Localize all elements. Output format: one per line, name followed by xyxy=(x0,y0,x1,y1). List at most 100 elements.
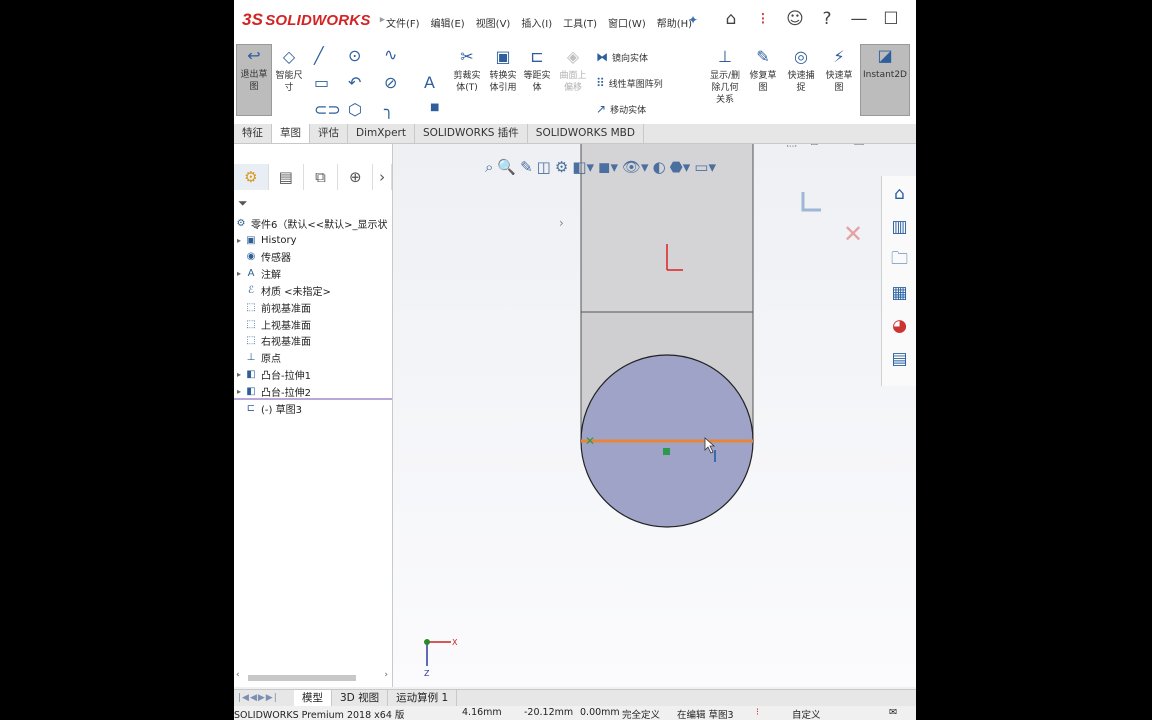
point-icon[interactable]: ■ xyxy=(430,102,439,113)
view-settings-icon[interactable]: ▭▾ xyxy=(694,158,716,176)
tree-item-top-plane[interactable]: ⬚ 上视基准面 xyxy=(234,316,392,333)
scroll-right-icon[interactable]: › xyxy=(384,670,388,680)
expand-icon[interactable]: ▸ xyxy=(234,236,244,245)
view-palette-icon[interactable]: ▦ xyxy=(886,278,914,308)
pin-icon[interactable]: ✦ xyxy=(688,13,698,27)
linear-pattern-button[interactable]: ⠿ 线性草图阵列 xyxy=(596,76,663,90)
minimize-icon[interactable]: — xyxy=(848,8,870,30)
section-view-icon[interactable]: ◫ xyxy=(537,158,551,176)
dimxpert-manager-tab-icon[interactable]: ⊕ xyxy=(338,164,374,190)
expand-icon[interactable]: ▸ xyxy=(234,370,244,379)
close-icon[interactable]: ✕ xyxy=(912,8,917,30)
viewport-split-icon[interactable]: ⧉ xyxy=(809,144,818,149)
custom-properties-icon[interactable]: ▤ xyxy=(886,344,914,374)
tab-model[interactable]: 模型 xyxy=(294,690,332,706)
menu-help[interactable]: 帮助(H) xyxy=(657,15,692,30)
panel-more-icon[interactable]: › xyxy=(373,164,393,190)
tree-item-sketch3[interactable]: ⊏ (-) 草图3 xyxy=(234,400,392,417)
ellipse-icon[interactable]: ⊘ xyxy=(384,73,397,92)
tab-mbd[interactable]: SOLIDWORKS MBD xyxy=(528,124,644,143)
status-units[interactable]: 自定义 xyxy=(792,707,821,720)
dynamic-annotation-icon[interactable]: ⚙ xyxy=(555,158,568,176)
tree-item-extrude1[interactable]: ▸ ◧ 凸台-拉伸1 xyxy=(234,366,392,383)
offset-entities-button[interactable]: ⊏ 等距实体 xyxy=(522,46,552,94)
expand-icon[interactable]: ▸ xyxy=(234,387,244,396)
previous-view-icon[interactable]: ✎ xyxy=(520,158,533,176)
smart-dimension-button[interactable]: ◇ 智能尺寸 xyxy=(272,46,306,94)
tree-item-origin[interactable]: ⊥ 原点 xyxy=(234,349,392,366)
polygon-icon[interactable]: ⬡ xyxy=(348,100,362,119)
design-library-icon[interactable]: ▥ xyxy=(886,212,914,242)
property-manager-tab-icon[interactable]: ▤ xyxy=(269,164,304,190)
help-icon[interactable]: ? xyxy=(816,8,838,30)
fillet-icon[interactable]: ╮ xyxy=(384,100,394,119)
status-help-icon[interactable]: ✉ xyxy=(889,707,897,718)
zoom-to-fit-icon[interactable]: ⌕ xyxy=(485,158,493,176)
tab-nav-arrows-icon[interactable]: |◀◀▶▶| xyxy=(234,690,294,706)
display-style-icon[interactable]: ◼▾ xyxy=(598,158,618,176)
graphics-area[interactable]: ✕ ✕ X Z ⬚ ⧉ — ❐ ✕ ⌕ 🔍 ✎ ◫ ⚙ ◧▾ xyxy=(393,144,916,687)
exit-sketch-button[interactable]: ↩ 退出草图 xyxy=(236,44,272,116)
quick-snaps-button[interactable]: ◎ 快速捕捉 xyxy=(784,46,818,94)
text-icon[interactable]: A xyxy=(424,73,435,92)
mirror-entities-button[interactable]: ⧓ 镜向实体 xyxy=(596,50,648,64)
scroll-thumb[interactable] xyxy=(248,675,356,681)
menu-view[interactable]: 视图(V) xyxy=(476,15,511,30)
line-icon[interactable]: ╱ xyxy=(314,46,324,65)
scroll-left-icon[interactable]: ‹ xyxy=(236,670,240,680)
convert-entities-button[interactable]: ▣ 转换实体引用 xyxy=(486,46,520,94)
rapid-sketch-button[interactable]: ⚡ 快速草图 xyxy=(822,46,856,94)
rollback-bar[interactable] xyxy=(234,398,392,400)
appearances-icon[interactable]: ◕ xyxy=(886,311,914,341)
tree-item-right-plane[interactable]: ⬚ 右视基准面 xyxy=(234,333,392,350)
hide-show-icon[interactable]: 👁▾ xyxy=(622,158,649,176)
rectangle-icon[interactable]: ▭ xyxy=(314,73,329,92)
offset-on-surface-button[interactable]: ◈ 曲面上偏移 xyxy=(556,46,590,94)
tab-sketch[interactable]: 草图 xyxy=(272,124,310,143)
viewport-tile-icon[interactable]: ⬚ xyxy=(786,144,797,149)
menu-edit[interactable]: 编辑(E) xyxy=(431,15,465,30)
expand-icon[interactable]: ▸ xyxy=(234,269,244,278)
tree-item-history[interactable]: ▸ ▣ History xyxy=(234,232,392,249)
tree-item-material[interactable]: ℰ 材质 <未指定> xyxy=(234,282,392,299)
rebuild-light-icon[interactable]: ⁝ xyxy=(756,707,759,718)
circle-icon[interactable]: ⊙ xyxy=(348,46,361,65)
menu-window[interactable]: 窗口(W) xyxy=(608,15,646,30)
tab-addins[interactable]: SOLIDWORKS 插件 xyxy=(415,124,528,143)
move-entities-button[interactable]: ↗ 移动实体 xyxy=(596,102,646,116)
file-explorer-icon[interactable]: 🗀 xyxy=(886,245,914,275)
view-orientation-icon[interactable]: ◧▾ xyxy=(572,158,594,176)
menu-file[interactable]: 文件(F) xyxy=(386,15,420,30)
viewport-close-icon[interactable]: ✕ xyxy=(877,144,887,149)
display-delete-relations-button[interactable]: ⊥ 显示/删除几何关系 xyxy=(708,46,742,106)
tree-item-front-plane[interactable]: ⬚ 前视基准面 xyxy=(234,299,392,316)
zoom-to-area-icon[interactable]: 🔍 xyxy=(497,158,516,176)
maximize-icon[interactable]: ☐ xyxy=(880,8,902,30)
tab-dimxpert[interactable]: DimXpert xyxy=(348,124,415,143)
spline-icon[interactable]: ∿ xyxy=(384,45,397,64)
solidworks-logo[interactable]: 3S SOLIDWORKS ▸ xyxy=(242,10,385,30)
tree-item-sensors[interactable]: ◉ 传感器 xyxy=(234,249,392,266)
tab-evaluate[interactable]: 评估 xyxy=(310,124,348,143)
repair-sketch-button[interactable]: ✎ 修复草图 xyxy=(746,46,780,94)
instant2d-button[interactable]: ◪ Instant2D xyxy=(860,44,910,116)
configuration-manager-tab-icon[interactable]: ⧉ xyxy=(304,164,339,190)
traffic-light-icon[interactable]: ⁝ xyxy=(752,8,774,30)
tab-features[interactable]: 特征 xyxy=(234,124,272,143)
feature-manager-tab-icon[interactable]: ⚙ xyxy=(234,164,269,190)
tree-root[interactable]: ⚙ 零件6（默认<<默认>_显示状 xyxy=(234,215,392,232)
slot-icon[interactable]: ⊂⊃ xyxy=(314,100,341,119)
tree-item-annotations[interactable]: ▸ A 注解 xyxy=(234,265,392,282)
tab-motion-study[interactable]: 运动算例 1 xyxy=(388,690,458,706)
logo-arrow-icon[interactable]: ▸ xyxy=(380,14,385,25)
menu-insert[interactable]: 插入(I) xyxy=(521,15,552,30)
edit-appearance-icon[interactable]: ◐ xyxy=(653,158,666,176)
scene-icon[interactable]: ⬣▾ xyxy=(670,158,691,176)
solidworks-resources-icon[interactable]: ⌂ xyxy=(886,179,914,209)
tree-horizontal-scrollbar[interactable]: ‹ › xyxy=(236,670,388,684)
user-icon[interactable]: ☺ xyxy=(784,8,806,30)
menu-tools[interactable]: 工具(T) xyxy=(563,15,597,30)
viewport-restore-icon[interactable]: ❐ xyxy=(854,144,865,149)
filter-icon[interactable]: ⏷ xyxy=(238,196,248,211)
trim-entities-button[interactable]: ✂ 剪裁实体(T) xyxy=(450,46,484,94)
